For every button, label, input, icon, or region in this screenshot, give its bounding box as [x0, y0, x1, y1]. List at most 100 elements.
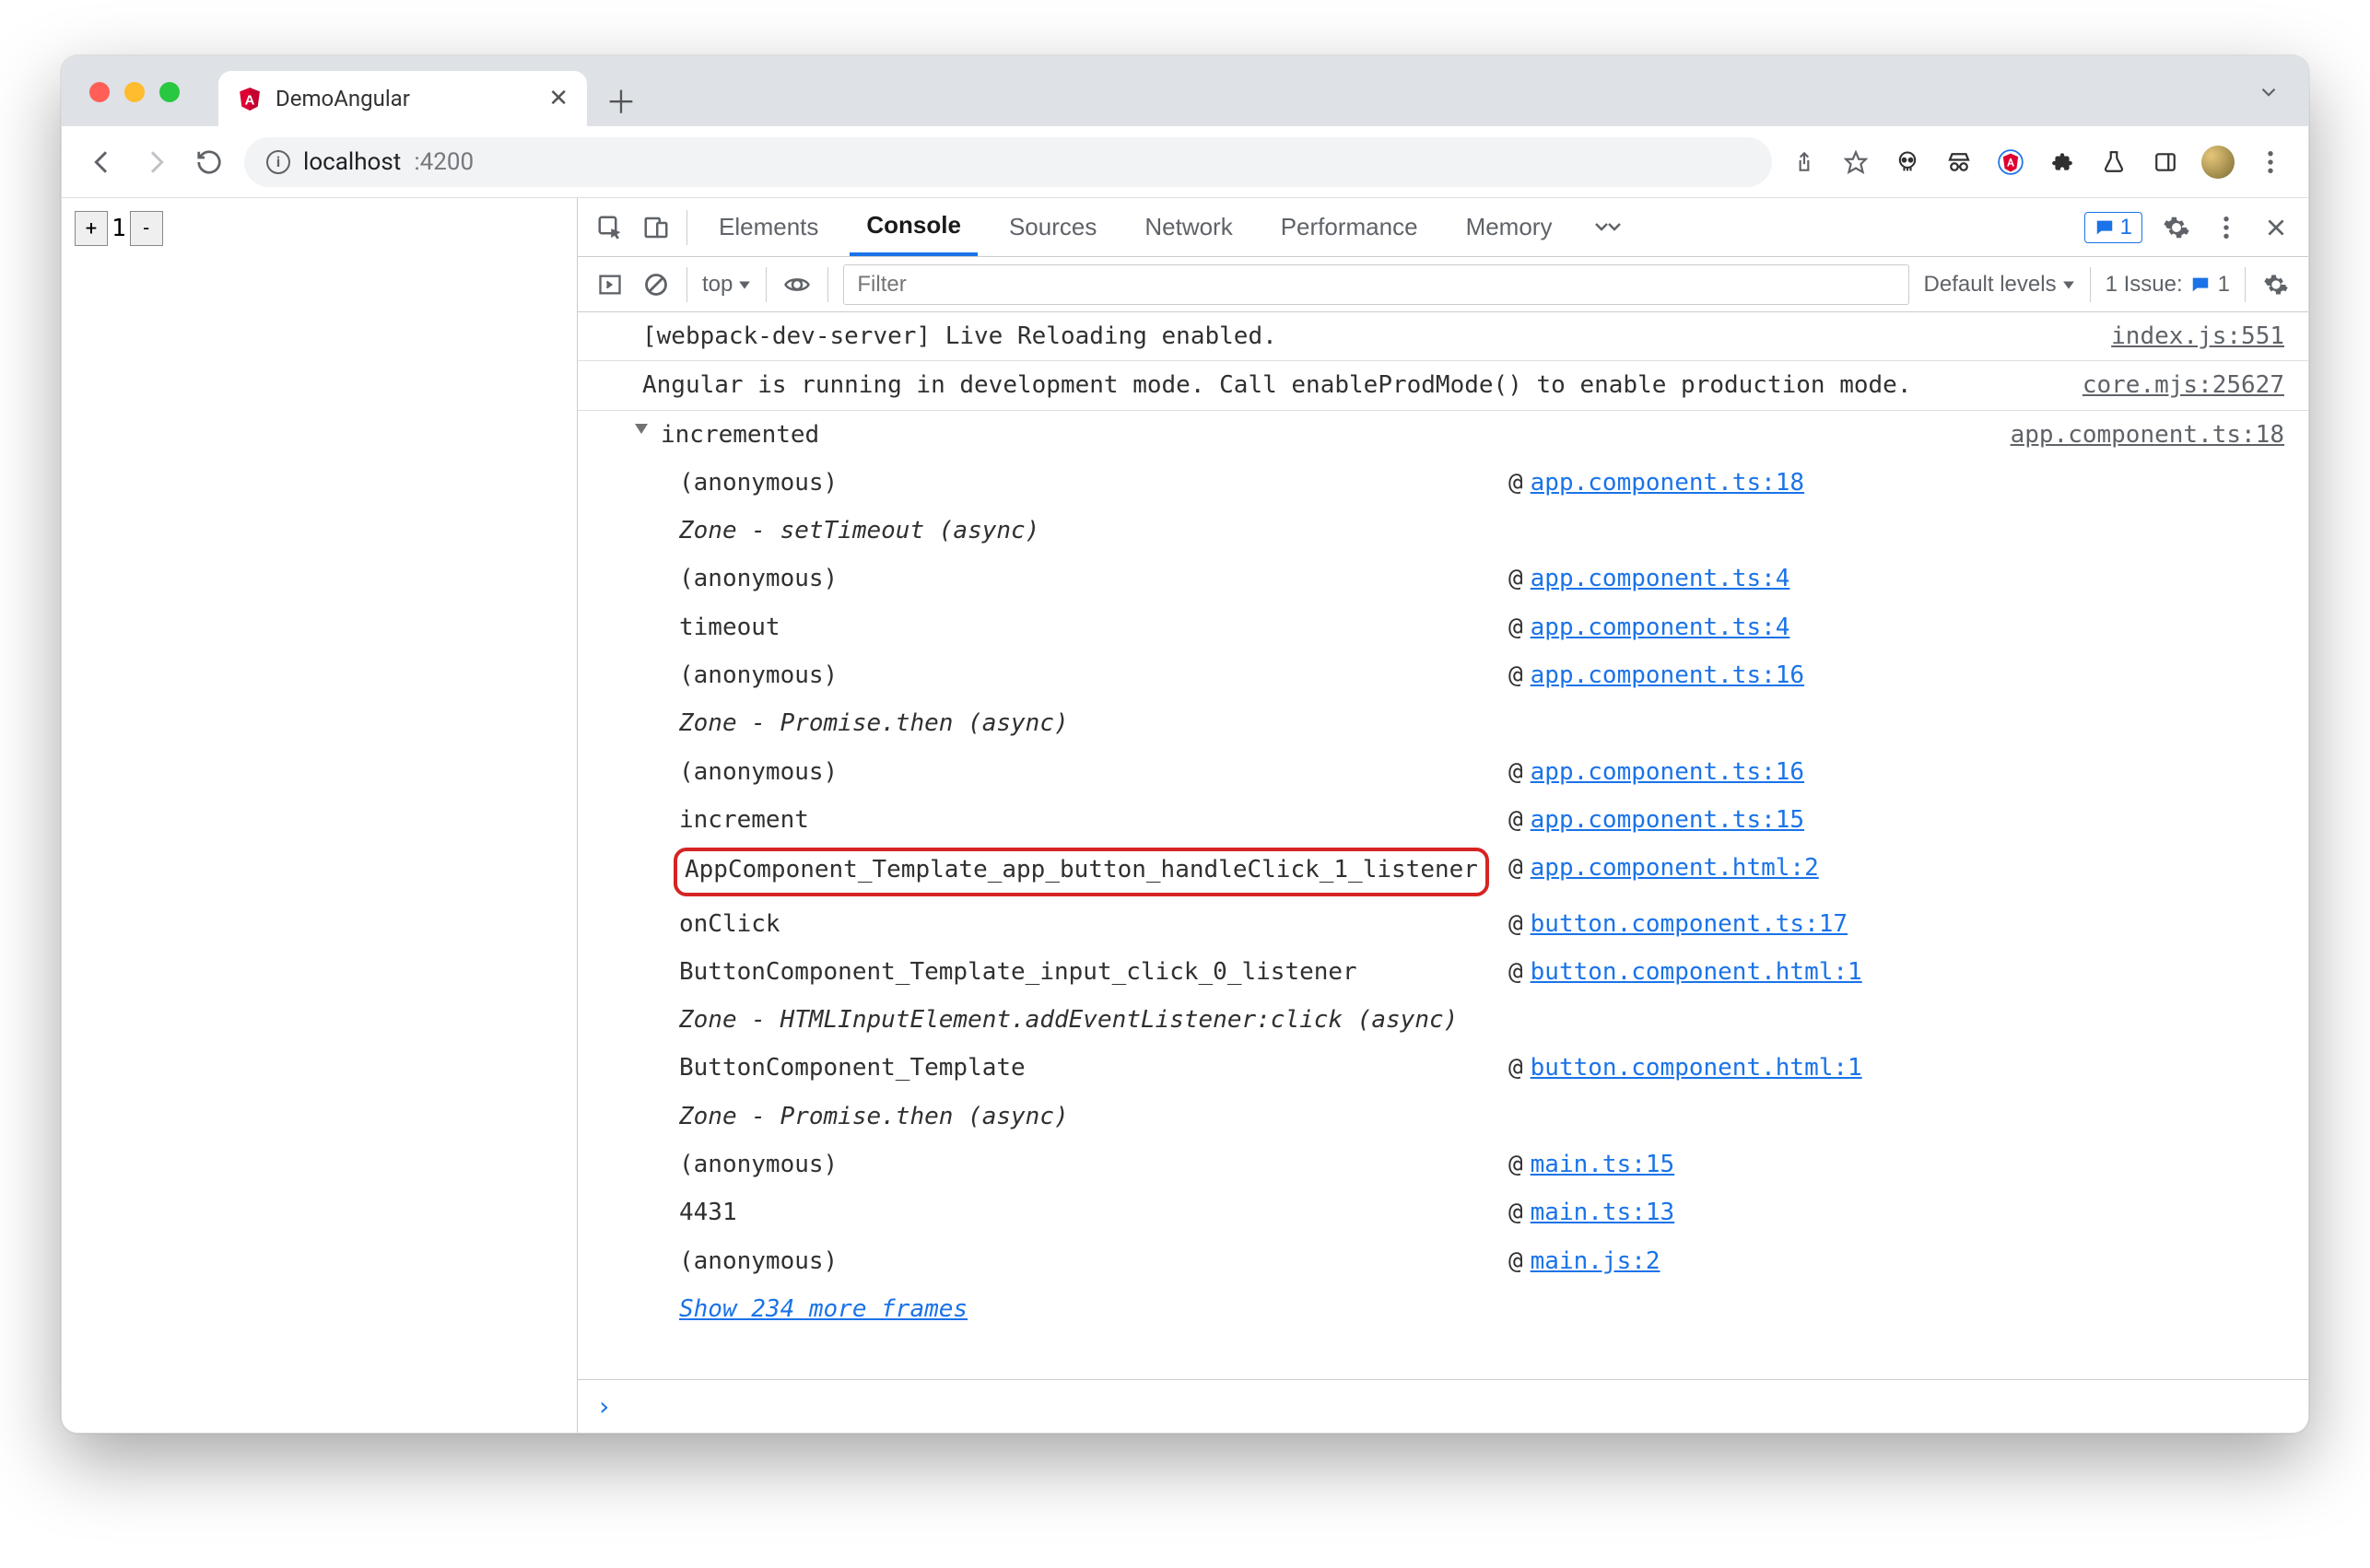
bookmark-star-icon[interactable]	[1840, 146, 1871, 178]
frame-source-link[interactable]: button.component.ts:17	[1531, 910, 1848, 938]
url-host: localhost	[303, 148, 401, 176]
window-close-icon[interactable]	[89, 82, 110, 102]
more-tabs-icon[interactable]	[1592, 212, 1624, 243]
increment-button[interactable]: +	[75, 211, 108, 246]
frame-source-link[interactable]: app.component.ts:16	[1531, 758, 1804, 786]
frame-name: timeout	[679, 614, 780, 641]
issues-indicator[interactable]: 1 Issue: 1	[2106, 272, 2230, 298]
frame-name: (anonymous)	[679, 1247, 838, 1275]
share-icon[interactable]	[1789, 146, 1820, 178]
frame-name: ButtonComponent_Template	[679, 1054, 1026, 1082]
profile-avatar[interactable]	[2201, 146, 2235, 179]
at-symbol: @	[1508, 469, 1523, 497]
frame-source-link[interactable]: button.component.html:1	[1531, 1054, 1862, 1082]
tab-sources[interactable]: Sources	[992, 198, 1113, 256]
tabstrip-chevron-icon[interactable]	[2257, 80, 2281, 104]
frame-source-link[interactable]: main.ts:15	[1531, 1151, 1675, 1178]
device-toolbar-icon[interactable]	[640, 212, 672, 243]
at-symbol: @	[1508, 958, 1523, 986]
chrome-menu-icon[interactable]	[2255, 146, 2286, 178]
stack-frame: timeout@app.component.ts:4	[578, 603, 2308, 651]
clear-console-icon[interactable]	[640, 269, 672, 300]
live-expression-icon[interactable]	[781, 269, 813, 300]
tab-title: DemoAngular	[276, 86, 410, 111]
frame-name: onClick	[679, 910, 780, 938]
at-symbol: @	[1508, 565, 1523, 592]
extension-angular-icon[interactable]: A	[1995, 146, 2026, 178]
console-filter-input[interactable]	[843, 264, 1908, 305]
highlighted-frame: AppComponent_Template_app_button_handleC…	[674, 848, 1489, 895]
new-tab-button[interactable]: ＋	[598, 76, 644, 123]
browser-tab[interactable]: A DemoAngular ✕	[218, 71, 587, 126]
message-source-link[interactable]: core.mjs:25627	[2083, 367, 2284, 404]
at-symbol: @	[1508, 1054, 1523, 1082]
show-more-frames[interactable]: Show 234 more frames	[578, 1285, 2308, 1333]
message-source-link[interactable]: app.component.ts:18	[2011, 416, 2284, 453]
window-zoom-icon[interactable]	[159, 82, 180, 102]
context-selector[interactable]: top	[702, 272, 751, 298]
issues-count: 1	[2218, 272, 2230, 298]
frame-source-link[interactable]: app.component.ts:15	[1531, 806, 1804, 834]
frame-source-link[interactable]: main.ts:13	[1531, 1199, 1675, 1226]
frame-name: 4431	[679, 1199, 737, 1226]
devtools-settings-icon[interactable]	[2161, 212, 2192, 243]
tab-elements[interactable]: Elements	[702, 198, 835, 256]
extension-incognito-icon[interactable]	[1943, 146, 1975, 178]
browser-window: A DemoAngular ✕ ＋ i localhost :4200	[61, 55, 2309, 1433]
tab-memory[interactable]: Memory	[1449, 198, 1569, 256]
frame-source-link[interactable]: app.component.ts:4	[1531, 614, 1790, 641]
devtools-toolbar: Elements Console Sources Network Perform…	[578, 198, 2308, 257]
window-minimize-icon[interactable]	[124, 82, 145, 102]
console-message-expandable[interactable]: incremented app.component.ts:18	[578, 411, 2308, 459]
console-settings-icon[interactable]	[2260, 269, 2292, 300]
url-field[interactable]: i localhost :4200	[244, 137, 1772, 187]
at-symbol: @	[1508, 1247, 1523, 1275]
forward-button[interactable]	[137, 144, 174, 181]
log-levels-selector[interactable]: Default levels	[1924, 272, 2075, 298]
console-sidebar-toggle-icon[interactable]	[594, 269, 626, 300]
tab-performance[interactable]: Performance	[1264, 198, 1435, 256]
stack-frame: 4431@main.ts:13	[578, 1188, 2308, 1236]
stack-frame: (anonymous)@app.component.ts:4	[578, 555, 2308, 603]
extension-labs-icon[interactable]	[2098, 146, 2129, 178]
frame-source-link[interactable]: app.component.ts:4	[1531, 565, 1790, 592]
extension-skull-icon[interactable]	[1892, 146, 1923, 178]
prompt-caret-icon: ›	[596, 1391, 612, 1422]
angular-favicon-icon: A	[237, 86, 263, 111]
message-text: Angular is running in development mode. …	[642, 367, 2055, 404]
inspect-element-icon[interactable]	[594, 212, 626, 243]
url-port: :4200	[414, 148, 474, 176]
message-source-link[interactable]: index.js:551	[2111, 318, 2284, 355]
frame-name: (anonymous)	[679, 758, 838, 786]
sidepanel-icon[interactable]	[2150, 146, 2181, 178]
stack-frame: Zone - Promise.then (async)	[578, 699, 2308, 747]
reload-button[interactable]	[191, 144, 228, 181]
frame-source-link[interactable]: app.component.ts:16	[1531, 661, 1804, 689]
devtools-menu-icon[interactable]	[2211, 212, 2242, 243]
stack-frame: ButtonComponent_Template @ button.componen…	[578, 1044, 2308, 1092]
console-prompt[interactable]: ›	[578, 1379, 2308, 1433]
tab-console[interactable]: Console	[850, 198, 978, 256]
extensions-puzzle-icon[interactable]	[2047, 146, 2078, 178]
at-symbol: @	[1508, 806, 1523, 834]
site-info-icon[interactable]: i	[266, 150, 290, 174]
address-bar: i localhost :4200 A	[62, 126, 2308, 198]
frame-source-link[interactable]: app.component.ts:18	[1531, 469, 1804, 497]
expand-triangle-icon[interactable]	[635, 424, 648, 434]
zone-label: Zone - HTMLInputElement.addEventListener…	[679, 1001, 1458, 1038]
browser-tabstrip: A DemoAngular ✕ ＋	[62, 56, 2308, 126]
message-text: [webpack-dev-server] Live Reloading enab…	[642, 318, 2083, 355]
stack-frame: (anonymous)@main.ts:15	[578, 1141, 2308, 1188]
tab-close-icon[interactable]: ✕	[548, 85, 569, 112]
counter-value: 1	[108, 211, 130, 246]
frame-source-link[interactable]: main.js:2	[1531, 1247, 1660, 1275]
frame-name: increment	[679, 806, 809, 834]
frame-source-link[interactable]: app.component.html:2	[1531, 854, 1819, 882]
messages-badge[interactable]: 1	[2084, 212, 2142, 243]
back-button[interactable]	[84, 144, 121, 181]
show-more-link[interactable]: Show 234 more frames	[679, 1291, 968, 1328]
tab-network[interactable]: Network	[1128, 198, 1249, 256]
frame-source-link[interactable]: button.component.html:1	[1531, 958, 1862, 986]
decrement-button[interactable]: -	[130, 211, 163, 246]
devtools-close-icon[interactable]	[2260, 212, 2292, 243]
